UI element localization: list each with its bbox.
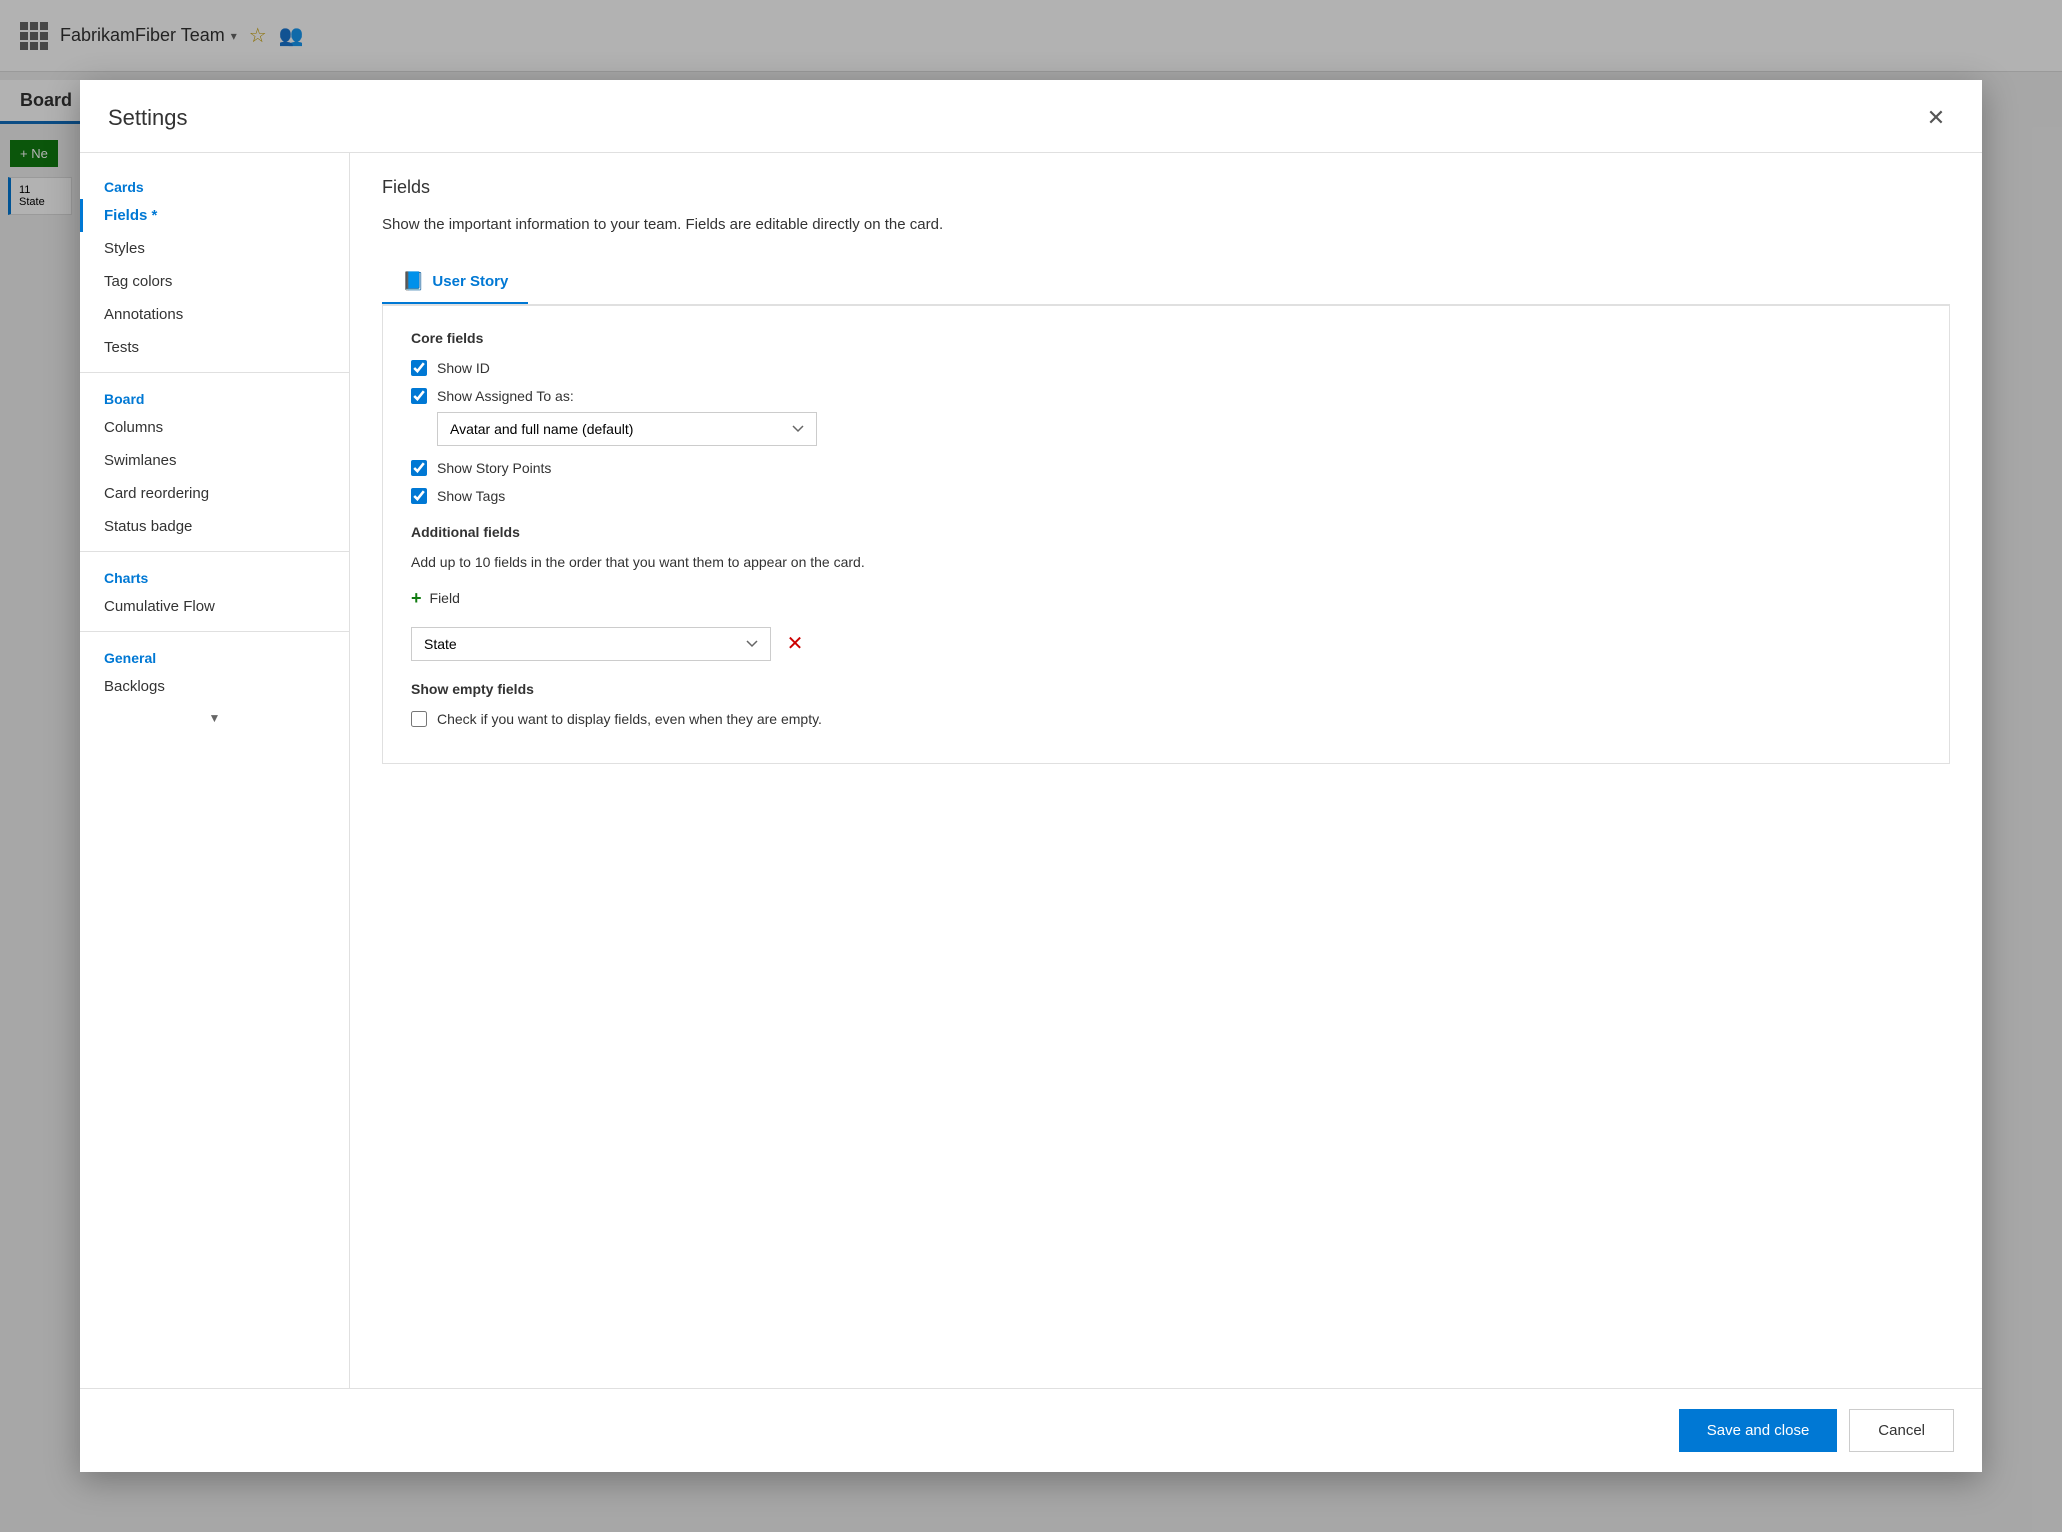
- sidebar-item-status-badge[interactable]: Status badge: [80, 510, 349, 543]
- sidebar: Cards Fields * Styles Tag colors Annotat…: [80, 153, 350, 1388]
- state-field-dropdown[interactable]: State Priority Iteration Area: [411, 627, 771, 661]
- sidebar-item-columns[interactable]: Columns: [80, 411, 349, 444]
- add-field-plus-icon: +: [411, 588, 422, 609]
- sidebar-divider-1: [80, 372, 349, 373]
- sidebar-section-charts[interactable]: Charts: [80, 560, 349, 590]
- sidebar-item-card-reordering[interactable]: Card reordering: [80, 477, 349, 510]
- show-assigned-to-label: Show Assigned To as:: [437, 388, 574, 404]
- sidebar-item-status-badge-label: Status badge: [104, 518, 192, 535]
- tab-bar: 📘 User Story: [382, 261, 1950, 305]
- sidebar-divider-2: [80, 551, 349, 552]
- sidebar-item-cumulative-flow[interactable]: Cumulative Flow: [80, 590, 349, 623]
- sidebar-item-styles[interactable]: Styles: [80, 232, 349, 265]
- show-empty-fields-heading: Show empty fields: [411, 681, 1921, 697]
- show-tags-checkbox[interactable]: [411, 488, 427, 504]
- tab-user-story-label: User Story: [432, 273, 508, 290]
- sidebar-item-columns-label: Columns: [104, 419, 163, 436]
- cancel-button[interactable]: Cancel: [1849, 1409, 1954, 1452]
- sidebar-item-annotations[interactable]: Annotations: [80, 298, 349, 331]
- sidebar-section-board[interactable]: Board: [80, 381, 349, 411]
- sidebar-item-card-reordering-label: Card reordering: [104, 485, 209, 502]
- modal-footer: Save and close Cancel: [80, 1388, 1982, 1472]
- sidebar-item-tag-colors[interactable]: Tag colors: [80, 265, 349, 298]
- additional-fields-desc: Add up to 10 fields in the order that yo…: [411, 554, 1921, 570]
- sidebar-item-swimlanes[interactable]: Swimlanes: [80, 444, 349, 477]
- delete-state-field-button[interactable]: ✕: [781, 630, 809, 658]
- core-fields-heading: Core fields: [411, 330, 1921, 346]
- sidebar-item-annotations-label: Annotations: [104, 306, 183, 323]
- fields-panel-title: Fields: [382, 177, 1950, 198]
- show-empty-fields-checkbox[interactable]: [411, 711, 427, 727]
- show-empty-fields-row: Check if you want to display fields, eve…: [411, 711, 1921, 727]
- settings-modal: Settings ✕ Cards Fields * Styles Tag col…: [80, 80, 1982, 1472]
- sidebar-item-fields[interactable]: Fields *: [80, 199, 349, 232]
- sidebar-item-cumulative-flow-label: Cumulative Flow: [104, 598, 215, 615]
- show-id-row: Show ID: [411, 360, 1921, 376]
- show-assigned-to-checkbox[interactable]: [411, 388, 427, 404]
- add-field-button[interactable]: + Field: [411, 584, 460, 613]
- sidebar-item-backlogs-label: Backlogs: [104, 678, 165, 695]
- sidebar-divider-3: [80, 631, 349, 632]
- additional-fields-heading: Additional fields: [411, 524, 1921, 540]
- user-story-book-icon: 📘: [402, 271, 424, 292]
- add-field-label: Field: [430, 590, 460, 606]
- fields-description: Show the important information to your t…: [382, 214, 1950, 237]
- show-story-points-checkbox[interactable]: [411, 460, 427, 476]
- save-close-button[interactable]: Save and close: [1679, 1409, 1838, 1452]
- modal-body: Cards Fields * Styles Tag colors Annotat…: [80, 153, 1982, 1388]
- show-tags-row: Show Tags: [411, 488, 1921, 504]
- content-inner: Core fields Show ID Show Assigned To as:…: [383, 306, 1949, 763]
- sidebar-scroll-arrow: ▼: [80, 703, 349, 733]
- content-scroll-area[interactable]: Core fields Show ID Show Assigned To as:…: [382, 305, 1950, 764]
- show-id-checkbox[interactable]: [411, 360, 427, 376]
- show-empty-fields-label: Check if you want to display fields, eve…: [437, 711, 822, 727]
- sidebar-item-tests[interactable]: Tests: [80, 331, 349, 364]
- fields-panel: Fields Show the important information to…: [350, 153, 1982, 788]
- modal-header: Settings ✕: [80, 80, 1982, 153]
- show-id-label: Show ID: [437, 360, 490, 376]
- sidebar-item-tests-label: Tests: [104, 339, 139, 356]
- state-field-row: State Priority Iteration Area ✕: [411, 627, 1921, 661]
- show-assigned-to-row: Show Assigned To as:: [411, 388, 1921, 404]
- sidebar-item-backlogs[interactable]: Backlogs: [80, 670, 349, 703]
- assigned-to-dropdown[interactable]: Avatar and full name (default) Avatar on…: [437, 412, 817, 446]
- sidebar-section-general[interactable]: General: [80, 640, 349, 670]
- close-button[interactable]: ✕: [1918, 100, 1954, 136]
- additional-fields-section: Additional fields Add up to 10 fields in…: [411, 524, 1921, 661]
- main-content: Fields Show the important information to…: [350, 153, 1982, 1388]
- assigned-to-dropdown-row: Avatar and full name (default) Avatar on…: [437, 412, 1921, 446]
- show-empty-fields-section: Show empty fields Check if you want to d…: [411, 681, 1921, 727]
- sidebar-item-swimlanes-label: Swimlanes: [104, 452, 177, 469]
- modal-title: Settings: [108, 105, 188, 131]
- sidebar-item-styles-label: Styles: [104, 240, 145, 257]
- sidebar-item-fields-label: Fields *: [104, 207, 157, 224]
- show-tags-label: Show Tags: [437, 488, 505, 504]
- tab-user-story[interactable]: 📘 User Story: [382, 261, 528, 304]
- show-story-points-label: Show Story Points: [437, 460, 551, 476]
- sidebar-item-tag-colors-label: Tag colors: [104, 273, 172, 290]
- sidebar-section-cards[interactable]: Cards: [80, 169, 349, 199]
- show-story-points-row: Show Story Points: [411, 460, 1921, 476]
